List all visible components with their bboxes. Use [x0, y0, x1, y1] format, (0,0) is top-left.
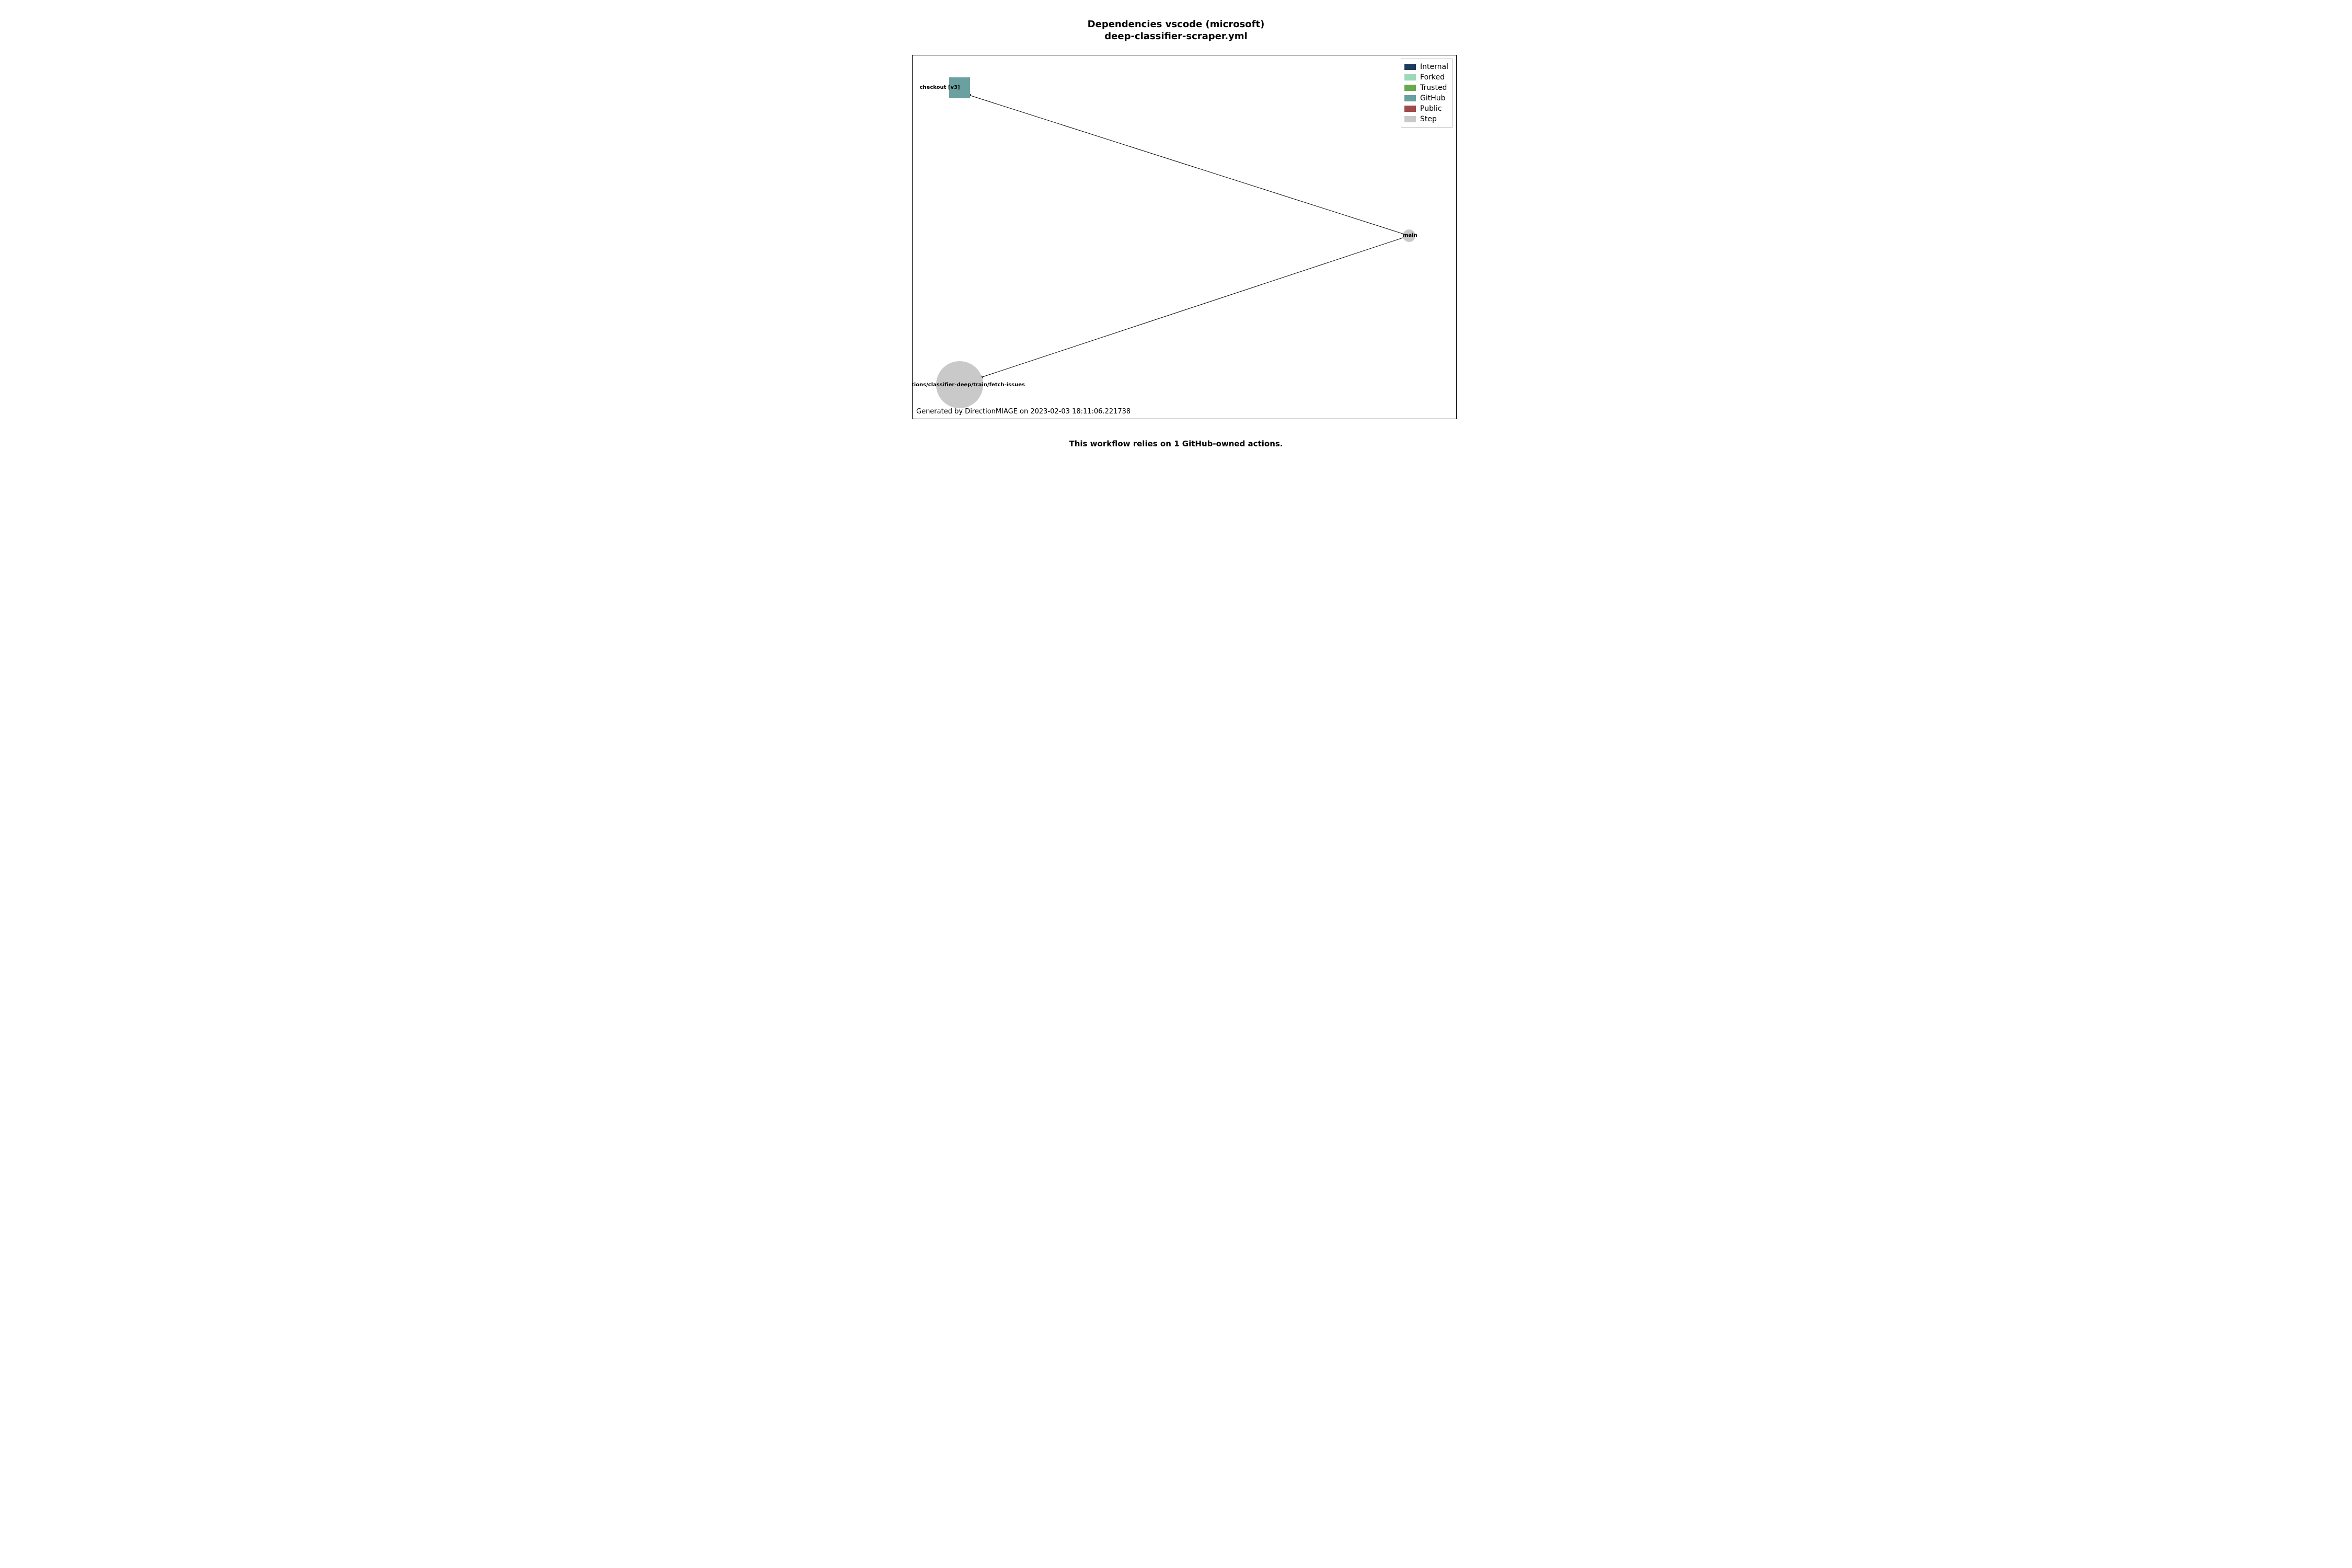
- legend-item-trusted: Trusted: [1404, 83, 1448, 93]
- legend-item-step: Step: [1404, 114, 1448, 124]
- legend-item-public: Public: [1404, 103, 1448, 114]
- node-checkout-label: checkout [v3]: [919, 85, 960, 90]
- legend-label-step: Step: [1420, 115, 1437, 123]
- diagram-page: Dependencies vscode (microsoft) deep-cla…: [823, 0, 1529, 470]
- legend: Internal Forked Trusted GitHub Public St…: [1401, 59, 1453, 128]
- node-main-label: main: [1403, 233, 1417, 238]
- title-line-1: Dependencies vscode (microsoft): [823, 19, 1529, 31]
- title-line-2: deep-classifier-scraper.yml: [823, 31, 1529, 43]
- edge-main-to-fetch-issues: [979, 236, 1409, 378]
- legend-swatch-public: [1404, 106, 1416, 112]
- generation-footer: Generated by DirectionMIAGE on 2023-02-0…: [916, 408, 1131, 416]
- legend-item-forked: Forked: [1404, 72, 1448, 83]
- node-fetch-issues-label: ctions/classifier-deep/train/fetch-issue…: [912, 382, 1025, 388]
- legend-item-github: GitHub: [1404, 93, 1448, 103]
- legend-swatch-internal: [1404, 64, 1416, 70]
- legend-label-trusted: Trusted: [1420, 84, 1447, 92]
- legend-label-github: GitHub: [1420, 94, 1446, 102]
- legend-label-public: Public: [1420, 105, 1442, 113]
- edge-main-to-checkout: [967, 95, 1409, 236]
- legend-swatch-step: [1404, 116, 1416, 122]
- legend-swatch-forked: [1404, 74, 1416, 80]
- legend-label-internal: Internal: [1420, 63, 1448, 71]
- legend-swatch-github: [1404, 95, 1416, 101]
- legend-item-internal: Internal: [1404, 62, 1448, 72]
- legend-label-forked: Forked: [1420, 73, 1445, 82]
- plot-frame: checkout [v3] main ctions/classifier-dee…: [912, 55, 1457, 419]
- legend-swatch-trusted: [1404, 85, 1416, 91]
- graph-edges: [913, 55, 1456, 419]
- title-block: Dependencies vscode (microsoft) deep-cla…: [823, 19, 1529, 42]
- summary-line: This workflow relies on 1 GitHub-owned a…: [823, 439, 1529, 448]
